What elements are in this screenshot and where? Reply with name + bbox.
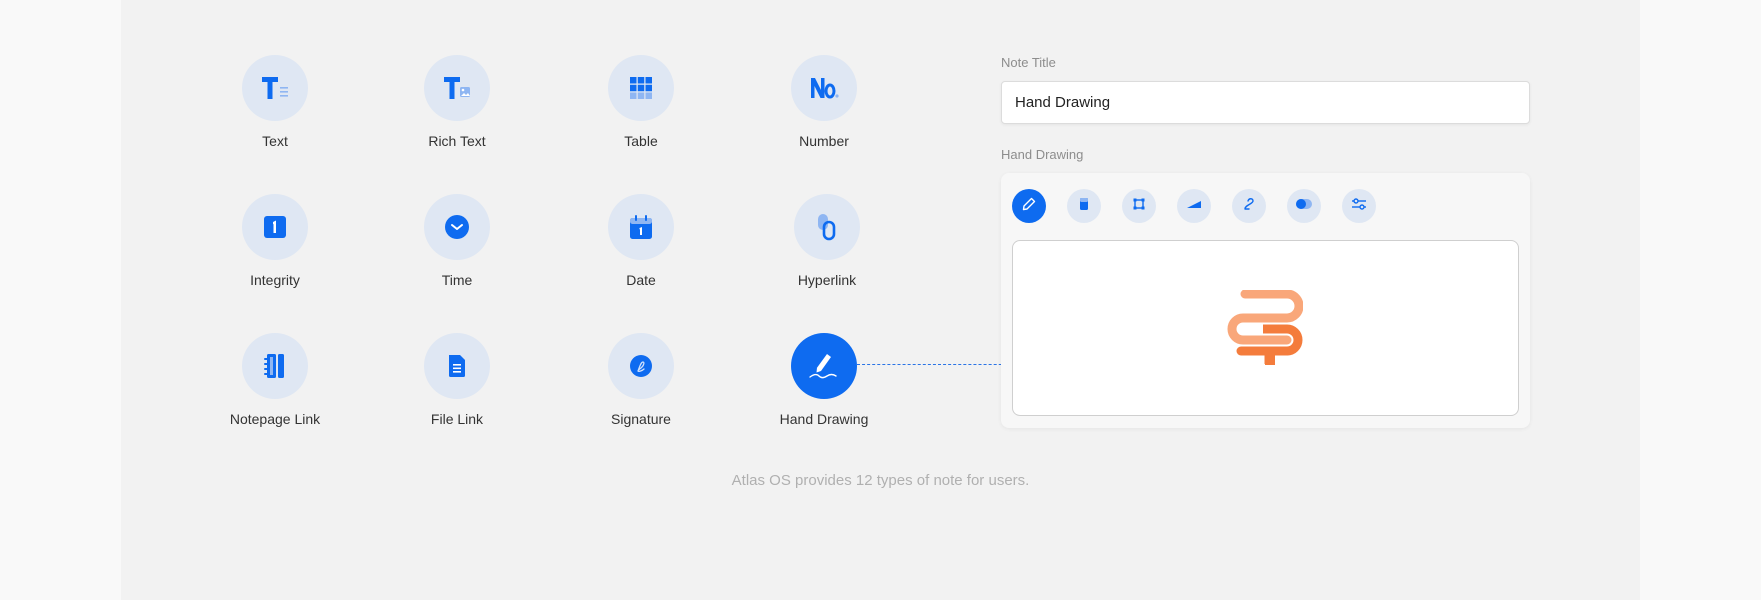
text-icon [242,55,308,121]
note-type-notepage-link[interactable]: Notepage Link [185,333,365,427]
eraser-icon [1078,197,1090,216]
crop-icon [1132,197,1146,216]
note-type-label: Rich Text [428,133,486,149]
note-type-label: Notepage Link [229,411,321,427]
note-type-label: File Link [430,411,484,427]
pencil-tool-button[interactable] [1012,189,1046,223]
rich-text-icon [424,55,490,121]
drawing-label: Hand Drawing [1001,147,1084,162]
note-title-label: Note Title [1001,55,1056,70]
toggle-tool-button[interactable] [1287,189,1321,223]
stroke-width-tool-button[interactable] [1177,189,1211,223]
note-type-rich-text[interactable]: Rich Text [367,55,547,149]
note-type-table[interactable]: Table [551,55,731,149]
stroke-width-icon [1186,197,1202,215]
note-type-label: Time [441,272,473,288]
drawing-card [1001,173,1530,428]
note-type-date[interactable]: Date [551,194,731,288]
sliders-icon [1351,197,1367,216]
toggle-icon [1295,197,1313,215]
note-type-label: Signature [611,411,671,427]
note-type-time[interactable]: Time [367,194,547,288]
note-type-hand-drawing[interactable]: Hand Drawing [734,333,914,427]
note-type-number[interactable]: Number [734,55,914,149]
note-type-label: Date [626,272,656,288]
note-title-input[interactable] [1001,81,1530,124]
eraser-tool-button[interactable] [1067,189,1101,223]
note-type-label: Table [624,133,658,149]
signature-icon [608,333,674,399]
note-type-text[interactable]: Text [185,55,365,149]
connector-line [857,364,1022,366]
link-icon [794,194,860,260]
curve-icon [1242,197,1256,216]
note-type-label: Hand Drawing [779,411,869,427]
note-type-label: Integrity [250,272,300,288]
footer-caption: Atlas OS provides 12 types of note for u… [731,472,1030,489]
number-icon [791,55,857,121]
settings-tool-button[interactable] [1342,189,1376,223]
curve-tool-button[interactable] [1232,189,1266,223]
calendar-icon [608,194,674,260]
drawing-squiggle-icon [1227,289,1304,373]
note-type-label: Number [799,133,849,149]
note-type-hyperlink[interactable]: Hyperlink [737,194,917,288]
table-icon [608,55,674,121]
note-type-file-link[interactable]: File Link [367,333,547,427]
notebook-icon [242,333,308,399]
file-icon [424,333,490,399]
note-type-label: Hyperlink [797,272,857,288]
clock-icon [424,194,490,260]
pencil-icon [1022,197,1036,216]
pen-drawing-icon [791,333,857,399]
integer-icon [242,194,308,260]
note-type-integrity[interactable]: Integrity [185,194,365,288]
drawing-canvas[interactable] [1012,240,1519,416]
crop-tool-button[interactable] [1122,189,1156,223]
note-type-signature[interactable]: Signature [551,333,731,427]
note-type-label: Text [262,133,288,149]
